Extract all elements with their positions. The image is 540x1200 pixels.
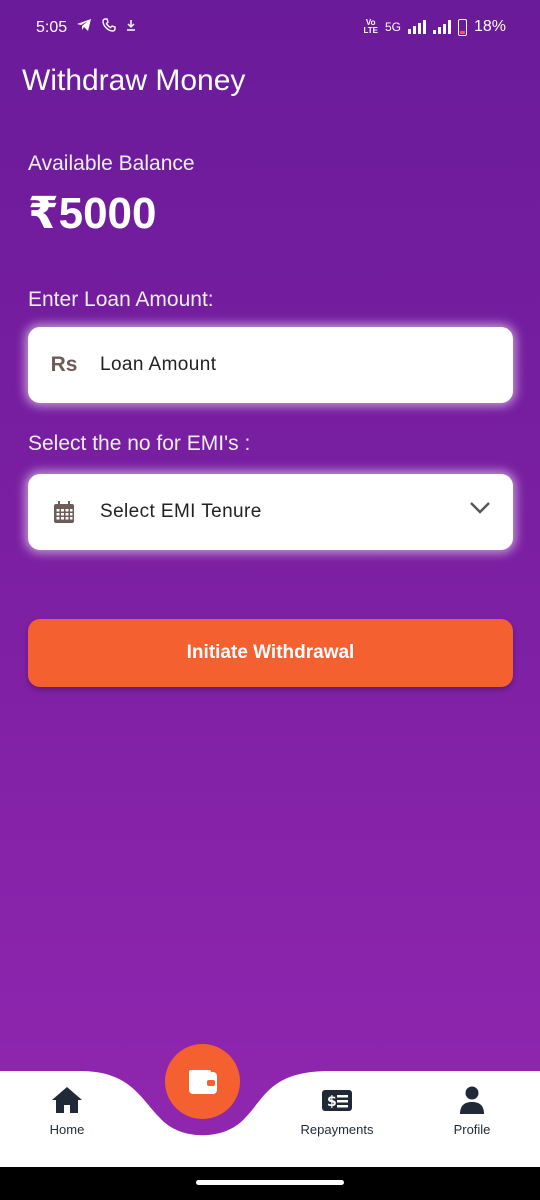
withdraw-screen: 5:05 Vo LTE 5G 18% Withdraw Money Availab…: [0, 0, 540, 1200]
calendar-icon: [28, 500, 100, 524]
volte-indicator: Vo LTE: [363, 18, 378, 35]
nav-repayments[interactable]: $ Repayments: [282, 1086, 392, 1137]
emi-label: Select the no for EMI's :: [28, 432, 251, 455]
home-icon: [52, 1087, 82, 1113]
telegram-icon: [77, 19, 91, 31]
nav-repayments-label: Repayments: [300, 1122, 374, 1137]
nav-home-label: Home: [49, 1122, 85, 1137]
signal-icon-sim2: [432, 20, 451, 34]
nav-profile-label: Profile: [453, 1122, 491, 1137]
loan-amount-label: Enter Loan Amount:: [28, 288, 214, 311]
status-system-icons: Vo LTE 5G 18%: [363, 18, 506, 36]
bill-icon: $: [322, 1090, 352, 1111]
signal-icon: [407, 20, 426, 34]
bottom-nav: Home $ Repayments Profile: [0, 1043, 540, 1167]
svg-text:$: $: [327, 1094, 337, 1110]
chevron-down-icon: [470, 502, 490, 514]
initiate-withdrawal-button[interactable]: Initiate Withdrawal: [28, 619, 513, 687]
rupee-icon: Rs: [50, 353, 78, 376]
balance-value: ₹5000: [28, 189, 157, 238]
wallet-fab-button[interactable]: [165, 1044, 240, 1119]
balance-label: Available Balance: [28, 152, 195, 175]
person-icon: [460, 1086, 484, 1114]
nav-home[interactable]: Home: [12, 1086, 122, 1137]
phone-call-icon: [102, 18, 116, 32]
nav-profile[interactable]: Profile: [417, 1086, 527, 1137]
download-icon: [127, 20, 135, 31]
battery-percent: 18%: [473, 18, 506, 35]
emi-tenure-select[interactable]: Select EMI Tenure: [28, 474, 513, 550]
page-title: Withdraw Money: [22, 64, 246, 97]
wallet-icon: [188, 1069, 217, 1094]
status-bar: 5:05 Vo LTE 5G 18%: [0, 0, 540, 58]
battery-icon: [457, 18, 467, 36]
network-type: 5G: [384, 20, 401, 34]
loan-amount-input[interactable]: Rs Loan Amount: [28, 327, 513, 403]
loan-amount-placeholder: Loan Amount: [100, 354, 217, 375]
emi-tenure-placeholder: Select EMI Tenure: [100, 501, 262, 522]
home-gesture-handle[interactable]: [196, 1180, 344, 1185]
status-time: 5:05: [36, 19, 68, 36]
status-notification-icons: [76, 18, 136, 32]
